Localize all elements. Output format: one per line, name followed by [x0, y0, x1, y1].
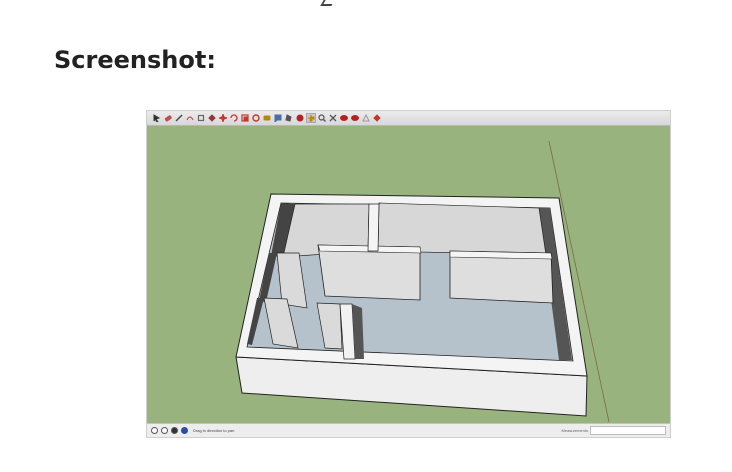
move-tool-icon[interactable]	[219, 114, 227, 122]
tape-measure-tool-icon[interactable]	[263, 114, 271, 122]
arc-tool-icon[interactable]	[186, 114, 194, 122]
offset-tool-icon[interactable]	[252, 114, 260, 122]
toolbar	[147, 111, 670, 126]
ruby-tool-icon[interactable]	[373, 114, 381, 122]
layout-tool-icon[interactable]	[362, 114, 370, 122]
warehouse-tool-icon[interactable]	[340, 114, 348, 122]
zoom-extents-tool-icon[interactable]	[329, 114, 337, 122]
paint-bucket-tool-icon[interactable]	[285, 114, 293, 122]
scale-tool-icon[interactable]	[241, 114, 249, 122]
select-tool-icon[interactable]	[153, 114, 161, 122]
credits-icon[interactable]	[161, 427, 168, 434]
rectangle-tool-icon[interactable]	[197, 114, 205, 122]
pan-tool-icon[interactable]	[306, 113, 316, 123]
status-bar: Drag in direction to pan Measurements	[147, 423, 670, 437]
instructor-icon[interactable]	[181, 427, 188, 434]
sketchup-window: Drag in direction to pan Measurements	[146, 110, 671, 438]
measurements-input[interactable]	[590, 426, 666, 435]
geo-location-icon[interactable]	[151, 427, 158, 434]
top-mark	[320, 0, 335, 6]
status-message: Drag in direction to pan	[193, 428, 235, 433]
user-icon[interactable]	[171, 427, 178, 434]
zoom-tool-icon[interactable]	[318, 114, 326, 122]
rotate-tool-icon[interactable]	[230, 114, 238, 122]
floor-plan-model	[235, 140, 610, 422]
extension-warehouse-tool-icon[interactable]	[351, 114, 359, 122]
page-heading: Screenshot:	[54, 46, 216, 74]
line-tool-icon[interactable]	[175, 114, 183, 122]
divider-wall-a	[367, 203, 380, 252]
eraser-tool-icon[interactable]	[164, 114, 172, 122]
3d-viewport[interactable]	[147, 127, 670, 422]
orbit-tool-icon[interactable]	[296, 114, 304, 122]
push-pull-tool-icon[interactable]	[208, 114, 216, 122]
text-tool-icon[interactable]	[274, 114, 282, 122]
measurements-label: Measurements	[561, 428, 588, 433]
partition-wall-1	[317, 244, 421, 301]
